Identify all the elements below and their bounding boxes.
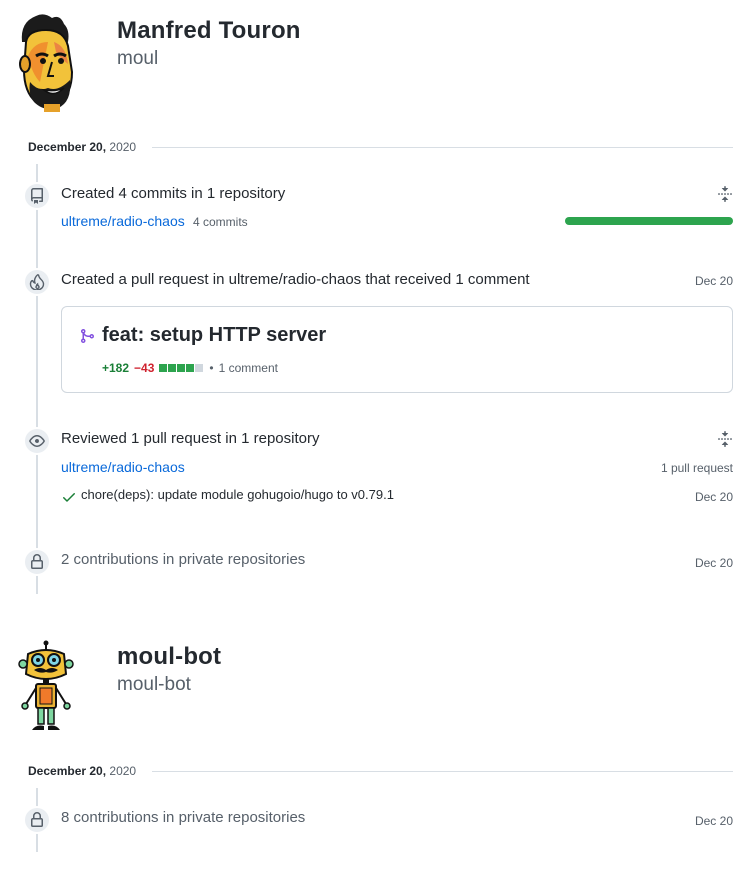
user-avatar[interactable] [14, 12, 94, 112]
date-header: December 20, 2020 [28, 764, 136, 778]
check-icon [63, 493, 75, 502]
avatar-illustration [18, 640, 74, 730]
private-contributions-text: 8 contributions in private repositories [61, 809, 306, 826]
user-login[interactable]: moul-bot [117, 674, 191, 696]
user-avatar[interactable] [16, 640, 96, 734]
user-login[interactable]: moul [117, 48, 158, 70]
reviews-repo-link[interactable]: ultreme/radio-chaos [61, 459, 185, 475]
reviews-count[interactable]: 1 pull request [661, 461, 733, 475]
lock-icon [23, 806, 51, 834]
repo-push-icon [23, 182, 51, 210]
pr-diffstat: +182 −43 • 1 comment [102, 361, 278, 375]
pr-activity-date: Dec 20 [694, 274, 733, 288]
user-name[interactable]: Manfred Touron [117, 17, 301, 45]
user-name[interactable]: moul-bot [117, 643, 221, 671]
date-header: December 20, 2020 [28, 140, 136, 154]
date-day: December 20, [28, 140, 107, 154]
pr-activity-title: Created a pull request in ultreme/radio-… [61, 271, 530, 288]
private-contributions-date: Dec 20 [694, 556, 733, 570]
lock-icon [23, 548, 51, 576]
reviewed-pr-link[interactable]: chore(deps): update module gohugoio/hugo… [81, 487, 394, 502]
date-divider [152, 147, 733, 148]
pr-title-link[interactable]: feat: setup HTTP server [102, 324, 326, 347]
reviewed-pr-date: Dec 20 [694, 490, 733, 504]
pr-deletions: −43 [134, 361, 155, 375]
diff-square [186, 364, 195, 372]
git-merge-icon [81, 329, 95, 343]
private-contributions-text: 2 contributions in private repositories [61, 551, 306, 568]
diff-square [159, 364, 168, 372]
eye-icon [23, 427, 51, 455]
commits-count[interactable]: 4 commits [193, 215, 248, 229]
pr-diff-squares [159, 361, 204, 375]
fold-icon[interactable] [717, 186, 733, 202]
flame-icon [23, 268, 51, 296]
reviews-activity-title: Reviewed 1 pull request in 1 repository [61, 430, 320, 447]
date-year: 2020 [109, 140, 137, 154]
commits-activity-title: Created 4 commits in 1 repository [61, 185, 286, 202]
diff-square [195, 364, 204, 372]
date-year: 2020 [109, 764, 137, 778]
date-day: December 20, [28, 764, 107, 778]
pr-additions: +182 [102, 361, 130, 375]
diff-square [177, 364, 186, 372]
timeline-line [36, 164, 38, 594]
pr-card[interactable]: feat: setup HTTP server +182 −43 • 1 com… [61, 306, 733, 393]
private-contributions-date: Dec 20 [694, 814, 733, 828]
diff-square [168, 364, 177, 372]
avatar-illustration [19, 14, 74, 112]
pr-comments-count[interactable]: 1 comment [219, 361, 278, 375]
date-divider [152, 771, 733, 772]
pr-comments-dot: • [209, 361, 214, 375]
fold-icon[interactable] [717, 431, 733, 447]
commits-repo-link[interactable]: ultreme/radio-chaos [61, 213, 185, 229]
commits-progress-bar [565, 217, 733, 225]
